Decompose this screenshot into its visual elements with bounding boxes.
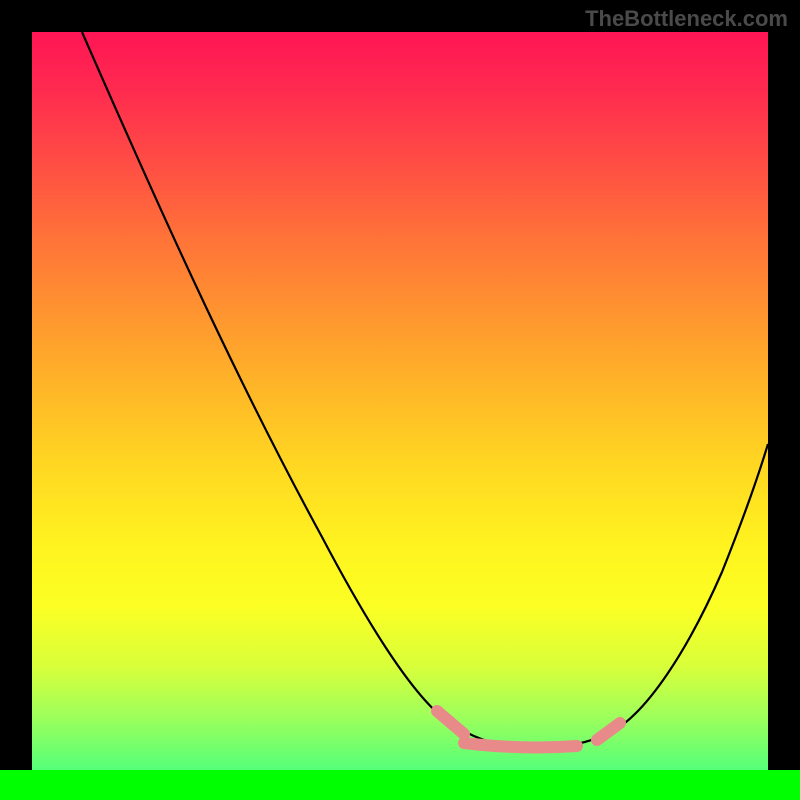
chart-plot-area: [32, 32, 768, 770]
curve-svg-layer: [32, 32, 768, 770]
bottom-green-strip: [0, 770, 800, 800]
marker-left: [437, 711, 464, 734]
marker-right: [597, 723, 620, 740]
bottleneck-curve: [82, 32, 768, 748]
watermark-label: TheBottleneck.com: [585, 6, 788, 32]
marker-bottom: [464, 743, 577, 747]
